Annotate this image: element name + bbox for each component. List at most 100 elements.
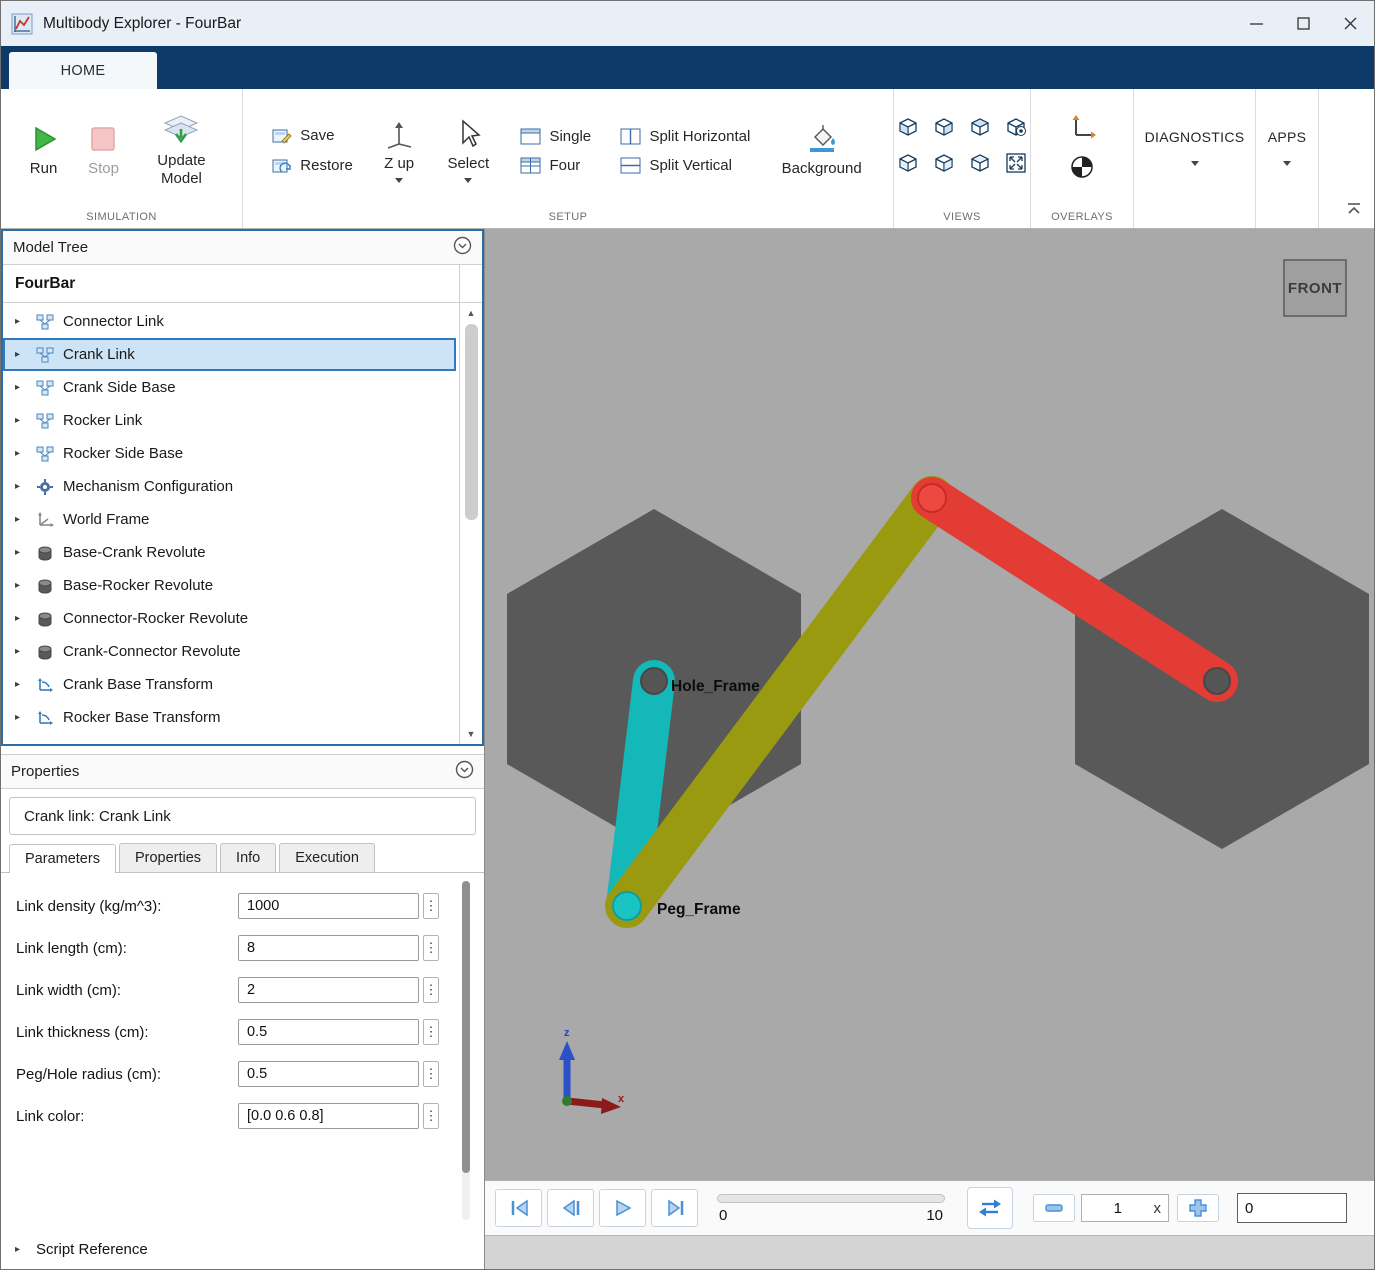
split-horizontal-button[interactable]: Split Horizontal <box>616 126 754 147</box>
tree-item-crank-base-transform[interactable]: ▸ Crank Base Transform <box>3 668 459 701</box>
tree-item-mechanism-configuration[interactable]: ▸ Mechanism Configuration <box>3 470 459 503</box>
expand-arrow-icon[interactable]: ▸ <box>15 415 27 426</box>
tree-item-connector-rocker-revolute[interactable]: ▸ Connector-Rocker Revolute <box>3 602 459 635</box>
expand-arrow-icon[interactable]: ▸ <box>15 349 27 360</box>
collapse-ribbon-button[interactable] <box>1346 202 1362 220</box>
tree-item-rocker-base-transform[interactable]: ▸ Rocker Base Transform <box>3 701 459 734</box>
kebab-menu-icon[interactable]: ⋮ <box>423 935 439 961</box>
close-button[interactable] <box>1327 1 1374 46</box>
step-back-button[interactable] <box>547 1189 594 1227</box>
expand-arrow-icon[interactable]: ▸ <box>15 448 27 459</box>
loop-button[interactable] <box>967 1187 1013 1229</box>
viewport-3d[interactable]: FRONT Hole_Frame Peg_Frame z x <box>485 229 1374 1180</box>
scrollbar-thumb[interactable] <box>462 881 470 1173</box>
decrease-speed-button[interactable] <box>1033 1194 1075 1222</box>
world-frame-icon <box>35 511 55 529</box>
kebab-menu-icon[interactable]: ⋮ <box>423 893 439 919</box>
peg-hole-radius-input[interactable]: 0.5 <box>238 1061 419 1087</box>
view-top-button[interactable] <box>966 113 994 141</box>
save-button[interactable]: Save <box>268 125 357 147</box>
update-model-button[interactable]: Update Model <box>142 110 220 191</box>
view-back-button[interactable] <box>930 113 958 141</box>
increase-speed-button[interactable] <box>1177 1194 1219 1222</box>
apps-button[interactable]: APPS <box>1256 89 1318 228</box>
tree-item-connector-link[interactable]: ▸ Connector Link <box>3 305 459 338</box>
link-width-input[interactable]: 2 <box>238 977 419 1003</box>
step-forward-button[interactable] <box>651 1189 698 1227</box>
run-button[interactable]: Run <box>23 120 65 181</box>
frame-overlay-button[interactable] <box>1068 113 1096 146</box>
tree-root-row[interactable]: FourBar <box>3 265 482 303</box>
z-up-button[interactable]: Z up <box>378 115 420 187</box>
kebab-menu-icon[interactable]: ⋮ <box>423 1103 439 1129</box>
expand-arrow-icon[interactable]: ▸ <box>15 481 27 492</box>
view-orientation-badge[interactable]: FRONT <box>1283 259 1347 317</box>
expand-arrow-icon[interactable]: ▸ <box>15 679 27 690</box>
playback-speed-field[interactable]: 1 x <box>1081 1194 1169 1222</box>
minimize-button[interactable] <box>1233 1 1280 46</box>
tree-item-rocker-side-base[interactable]: ▸ Rocker Side Base <box>3 437 459 470</box>
model-tree-collapse-button[interactable] <box>453 236 472 259</box>
view-front-button[interactable] <box>894 113 922 141</box>
scroll-up-icon[interactable]: ▲ <box>467 306 476 320</box>
kebab-menu-icon[interactable]: ⋮ <box>423 1061 439 1087</box>
maximize-icon <box>1297 17 1310 30</box>
script-reference-expander[interactable]: ▸ Script Reference <box>1 1230 484 1269</box>
tab-execution[interactable]: Execution <box>279 843 375 872</box>
properties-scrollbar[interactable] <box>462 881 470 1220</box>
diagnostics-button[interactable]: DIAGNOSTICS <box>1134 89 1255 228</box>
expand-arrow-icon[interactable]: ▸ <box>15 547 27 558</box>
view-fit-button[interactable] <box>1002 149 1030 177</box>
scrollbar-thumb[interactable] <box>465 324 478 520</box>
expand-arrow-icon[interactable]: ▸ <box>15 316 27 327</box>
scroll-down-icon[interactable]: ▼ <box>467 727 476 741</box>
play-button[interactable] <box>599 1189 646 1227</box>
model-tree-scrollbar[interactable]: ▲ ▼ <box>459 303 482 744</box>
expand-arrow-icon[interactable]: ▸ <box>15 646 27 657</box>
link-thickness-input[interactable]: 0.5 <box>238 1019 419 1045</box>
link-icon <box>35 379 55 397</box>
tab-info[interactable]: Info <box>220 843 276 872</box>
tree-item-crank-side-base[interactable]: ▸ Crank Side Base <box>3 371 459 404</box>
link-length-input[interactable]: 8 <box>238 935 419 961</box>
tab-home[interactable]: HOME <box>9 52 157 89</box>
expand-arrow-icon[interactable]: ▸ <box>15 712 27 723</box>
expand-arrow-icon[interactable]: ▸ <box>15 382 27 393</box>
current-time-field[interactable]: 0 <box>1237 1193 1347 1223</box>
link-density-input[interactable]: 1000 <box>238 893 419 919</box>
expand-arrow-icon[interactable]: ▸ <box>15 580 27 591</box>
tree-item-crank-link[interactable]: ▸ Crank Link <box>3 338 456 371</box>
select-button[interactable]: Select <box>441 115 495 187</box>
timeline-slider[interactable]: 0 10 <box>717 1181 945 1235</box>
view-isometric-button[interactable] <box>1002 113 1030 141</box>
stop-button[interactable]: Stop <box>82 120 125 181</box>
restore-button[interactable]: Restore <box>268 155 357 177</box>
expand-arrow-icon[interactable]: ▸ <box>15 514 27 525</box>
kebab-menu-icon[interactable]: ⋮ <box>423 977 439 1003</box>
tree-item-crank-connector-revolute[interactable]: ▸ Crank-Connector Revolute <box>3 635 459 668</box>
single-view-button[interactable]: Single <box>516 126 595 147</box>
background-button[interactable]: Background <box>776 120 868 181</box>
properties-collapse-button[interactable] <box>455 760 474 783</box>
tab-parameters[interactable]: Parameters <box>9 844 116 873</box>
save-icon <box>272 127 292 145</box>
center-of-mass-overlay-button[interactable] <box>1069 154 1095 185</box>
view-left-button[interactable] <box>894 149 922 177</box>
link-color-input[interactable]: [0.0 0.6 0.8] <box>238 1103 419 1129</box>
title-bar: Multibody Explorer - FourBar <box>1 1 1374 46</box>
split-vertical-button[interactable]: Split Vertical <box>616 155 754 176</box>
tree-item-world-frame[interactable]: ▸ World Frame <box>3 503 459 536</box>
timeline-track[interactable] <box>717 1194 945 1203</box>
maximize-button[interactable] <box>1280 1 1327 46</box>
tree-item-base-crank-revolute[interactable]: ▸ Base-Crank Revolute <box>3 536 459 569</box>
four-view-button[interactable]: Four <box>516 155 595 176</box>
tab-properties[interactable]: Properties <box>119 843 217 872</box>
tree-item-rocker-link[interactable]: ▸ Rocker Link <box>3 404 459 437</box>
expand-arrow-icon[interactable]: ▸ <box>15 613 27 624</box>
link-icon <box>35 445 55 463</box>
tree-item-base-rocker-revolute[interactable]: ▸ Base-Rocker Revolute <box>3 569 459 602</box>
skip-to-start-button[interactable] <box>495 1189 542 1227</box>
kebab-menu-icon[interactable]: ⋮ <box>423 1019 439 1045</box>
view-bottom-button[interactable] <box>966 149 994 177</box>
view-right-button[interactable] <box>930 149 958 177</box>
